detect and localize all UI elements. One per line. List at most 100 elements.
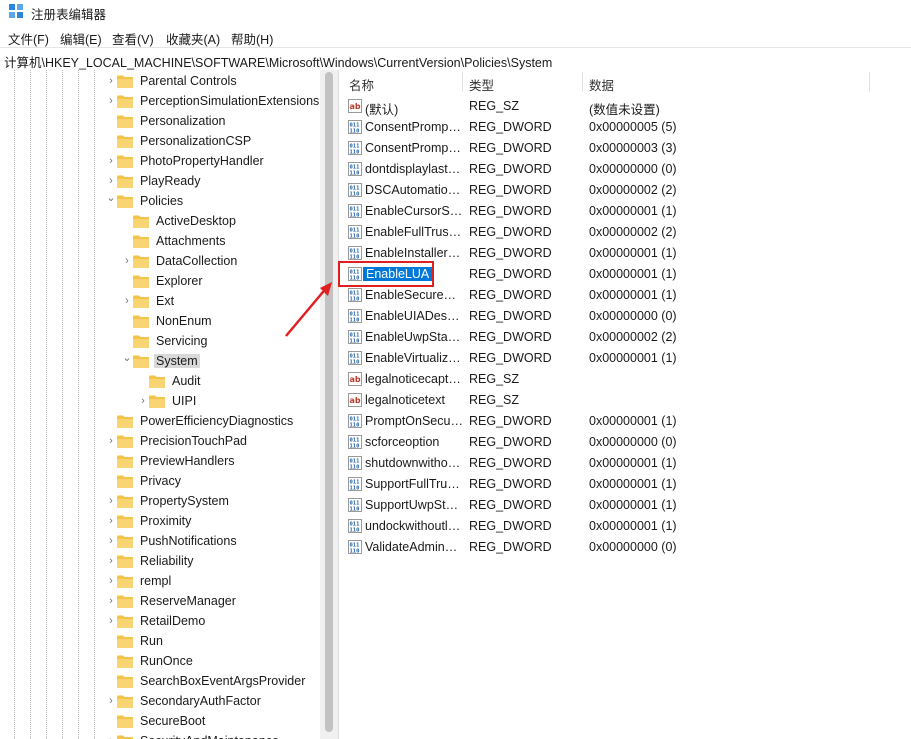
svg-text:110: 110 — [350, 255, 360, 261]
value-row[interactable]: 011110PromptOnSecureDesktop REG_DWORD 0x00… — [342, 411, 911, 432]
chevron-right-icon[interactable]: › — [106, 575, 116, 587]
value-row[interactable]: ab (默认) REG_SZ (数值未设置) — [342, 96, 911, 117]
chevron-right-icon[interactable]: › — [106, 695, 116, 707]
chevron-right-icon[interactable]: › — [106, 515, 116, 527]
menu-file[interactable]: 文件(F) — [8, 29, 49, 48]
value-row[interactable]: 011110ConsentPromptBehaviorAdmin REG_DWOR… — [342, 117, 911, 138]
column-divider[interactable] — [869, 72, 870, 92]
menu-help[interactable]: 帮助(H) — [231, 29, 273, 48]
value-type: REG_DWORD — [469, 414, 552, 428]
chevron-right-icon[interactable]: › — [106, 615, 116, 627]
dword-value-icon: 011110 — [348, 540, 362, 554]
column-header-type[interactable]: 类型 — [469, 75, 494, 94]
value-type: REG_DWORD — [469, 519, 552, 533]
folder-icon — [117, 135, 133, 148]
column-divider[interactable] — [582, 72, 583, 92]
value-row[interactable]: 011110EnableUIADesktopToggle REG_DWORD 0x0… — [342, 306, 911, 327]
value-row[interactable]: 011110shutdownwithoutlogon REG_DWORD 0x000… — [342, 453, 911, 474]
chevron-right-icon[interactable]: › — [122, 295, 132, 307]
chevron-down-icon[interactable]: ⌄ — [122, 352, 132, 364]
value-type: REG_DWORD — [469, 183, 552, 197]
chevron-right-icon[interactable]: › — [106, 595, 116, 607]
dword-value-icon: 011110 — [348, 183, 362, 197]
value-type: REG_DWORD — [469, 477, 552, 491]
value-row[interactable]: 011110SupportUwpStartupTasks REG_DWORD 0x0… — [342, 495, 911, 516]
value-row[interactable]: 011110DSCAutomationHostEnabled REG_DWORD 0… — [342, 180, 911, 201]
value-row[interactable]: ab legalnoticetext REG_SZ — [342, 390, 911, 411]
value-data: 0x00000001 (1) — [589, 246, 677, 260]
value-type: REG_DWORD — [469, 288, 552, 302]
folder-icon — [133, 295, 149, 308]
chevron-right-icon[interactable]: › — [106, 155, 116, 167]
tree-item-label: Proximity — [140, 514, 192, 528]
chevron-right-icon[interactable]: › — [106, 735, 116, 739]
value-data: 0x00000000 (0) — [589, 435, 677, 449]
column-header-name[interactable]: 名称 — [349, 75, 374, 94]
folder-icon — [133, 215, 149, 228]
chevron-right-icon[interactable]: › — [106, 495, 116, 507]
chevron-right-icon[interactable]: › — [122, 255, 132, 267]
value-row[interactable]: 011110ConsentPromptBehaviorUser REG_DWORD… — [342, 138, 911, 159]
value-row[interactable]: 011 110 scforceoption REG_DWORD 0x00000000 (… — [342, 432, 911, 453]
value-row[interactable]: 011110EnableVirtualization REG_DWORD 0x000… — [342, 348, 911, 369]
chevron-right-icon[interactable]: › — [106, 95, 116, 107]
folder-icon — [117, 555, 133, 568]
value-row[interactable]: 011110EnableUwpStartupTasks REG_DWORD 0x00… — [342, 327, 911, 348]
value-type: REG_DWORD — [469, 351, 552, 365]
string-value-icon: ab — [348, 393, 362, 407]
tree-item-label: PerceptionSimulationExtensions — [140, 94, 320, 108]
value-row[interactable]: 011110EnableFullTrustStartupTasks REG_DWO… — [342, 222, 911, 243]
chevron-right-icon[interactable]: › — [106, 175, 116, 187]
tree-guide-line — [94, 70, 95, 739]
value-row[interactable]: 011110EnableSecureUIAPaths REG_DWORD 0x000… — [342, 285, 911, 306]
value-row[interactable]: 011110EnableCursorSuppression REG_DWORD 0x… — [342, 201, 911, 222]
value-type: REG_DWORD — [469, 246, 552, 260]
menu-favorites[interactable]: 收藏夹(A) — [166, 29, 220, 48]
chevron-right-icon[interactable]: › — [106, 435, 116, 447]
value-data: 0x00000002 (2) — [589, 183, 677, 197]
folder-icon — [133, 255, 149, 268]
value-data: 0x00000005 (5) — [589, 120, 677, 134]
value-row[interactable]: 011110dontdisplaylastusername REG_DWORD 0x… — [342, 159, 911, 180]
chevron-down-icon[interactable]: ⌄ — [106, 192, 116, 204]
value-type: REG_DWORD — [469, 120, 552, 134]
tree-item-label: Explorer — [156, 274, 203, 288]
column-divider[interactable] — [462, 72, 463, 92]
dword-value-icon: 011110 — [348, 120, 362, 134]
value-data: 0x00000001 (1) — [589, 267, 677, 281]
menu-view[interactable]: 查看(V) — [112, 29, 154, 48]
folder-icon — [117, 155, 133, 168]
svg-text:110: 110 — [350, 213, 360, 219]
chevron-right-icon[interactable]: › — [106, 535, 116, 547]
column-header-data[interactable]: 数据 — [589, 75, 614, 94]
value-type: REG_DWORD — [469, 498, 552, 512]
tree-scrollbar-thumb[interactable] — [325, 72, 333, 732]
tree-scrollbar[interactable] — [320, 70, 338, 739]
chevron-right-icon[interactable]: › — [138, 395, 148, 407]
address-bar[interactable]: 计算机\HKEY_LOCAL_MACHINE\SOFTWARE\Microsof… — [0, 47, 911, 71]
value-row[interactable]: 011110undockwithoutlogon REG_DWORD 0x00000… — [342, 516, 911, 537]
value-data: 0x00000001 (1) — [589, 456, 677, 470]
address-path[interactable]: 计算机\HKEY_LOCAL_MACHINE\SOFTWARE\Microsof… — [4, 52, 552, 71]
dword-value-icon: 011110 — [348, 519, 362, 533]
value-name: EnableVirtualization — [365, 351, 463, 365]
folder-icon — [117, 515, 133, 528]
tree-item-label: Privacy — [140, 474, 181, 488]
value-data: 0x00000002 (2) — [589, 225, 677, 239]
tree-item-label: UIPI — [172, 394, 197, 408]
chevron-right-icon[interactable]: › — [106, 75, 116, 87]
value-row[interactable]: ab legalnoticecaption REG_SZ — [342, 369, 911, 390]
value-data: 0x00000003 (3) — [589, 141, 677, 155]
menu-edit[interactable]: 编辑(E) — [60, 29, 102, 48]
value-data: 0x00000001 (1) — [589, 204, 677, 218]
values-list[interactable]: 名称 类型 数据 ab (默认) REG_SZ (数值未设置) 011 110 Consen… — [338, 70, 911, 739]
chevron-right-icon[interactable]: › — [106, 555, 116, 567]
value-row[interactable]: 011110ValidateAdminCodeSignatures REG_DWO… — [342, 537, 911, 558]
key-tree[interactable]: › Parental Controls › PerceptionSimulationE… — [0, 70, 320, 739]
tree-item-label: PreviewHandlers — [140, 454, 235, 468]
svg-text:110: 110 — [350, 129, 360, 135]
value-row[interactable]: 011110SupportFullTrustStartupTasks REG_DW… — [342, 474, 911, 495]
